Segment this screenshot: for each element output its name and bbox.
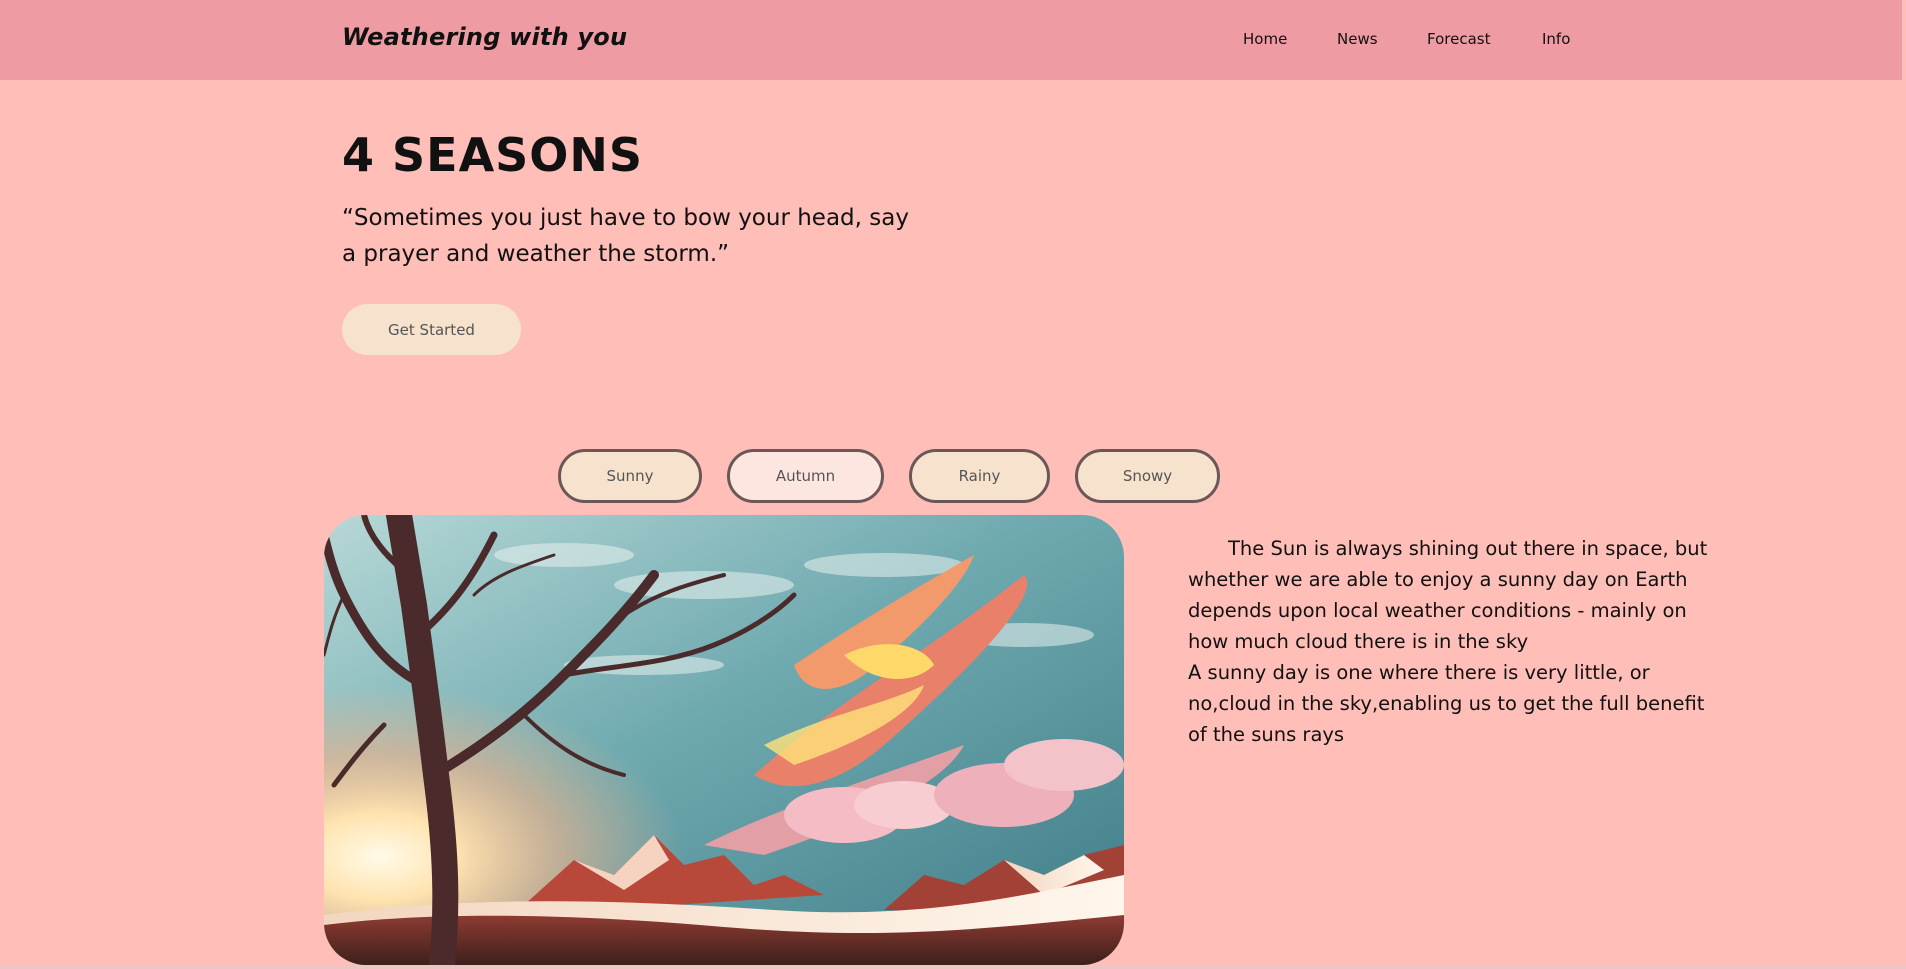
hero-quote: “Sometimes you just have to bow your hea… xyxy=(342,205,909,267)
nav-link-info[interactable]: Info xyxy=(1542,30,1570,48)
nav-link-news[interactable]: News xyxy=(1337,30,1378,48)
season-description: The Sun is always shining out there in s… xyxy=(1188,533,1708,750)
nav-link-forecast[interactable]: Forecast xyxy=(1427,30,1490,48)
season-tab-sunny[interactable]: Sunny xyxy=(558,449,702,503)
season-description-paragraph-1: The Sun is always shining out there in s… xyxy=(1188,533,1708,657)
season-tab-rainy[interactable]: Rainy xyxy=(909,449,1050,503)
get-started-button[interactable]: Get Started xyxy=(342,304,521,355)
season-illustration xyxy=(324,515,1124,965)
hero-title: 4 SEASONS xyxy=(342,128,644,182)
navbar: Weathering with you Home News Forecast I… xyxy=(0,0,1902,80)
season-tab-autumn[interactable]: Autumn xyxy=(727,449,884,503)
brand-logo[interactable]: Weathering with you xyxy=(342,23,627,51)
season-description-text-1: The Sun is always shining out there in s… xyxy=(1188,537,1708,653)
season-tab-snowy[interactable]: Snowy xyxy=(1075,449,1220,503)
season-description-paragraph-2: A sunny day is one where there is very l… xyxy=(1188,661,1705,746)
horizontal-scrollbar[interactable] xyxy=(0,965,1906,969)
page: Weathering with you Home News Forecast I… xyxy=(0,0,1906,969)
nav-link-home[interactable]: Home xyxy=(1243,30,1287,48)
